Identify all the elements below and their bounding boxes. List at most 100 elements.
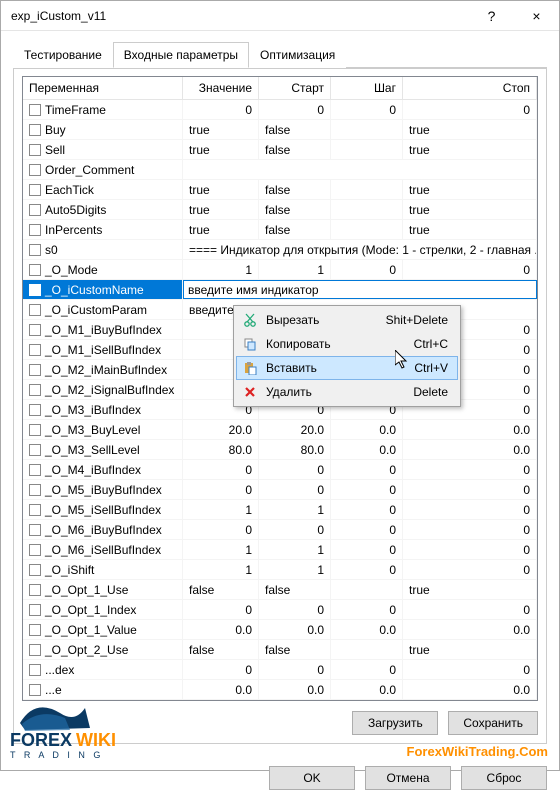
table-row[interactable]: _O_M3_BuyLevel20.020.00.00.0 — [23, 420, 537, 440]
row-start-cell[interactable]: 0 — [259, 100, 331, 119]
row-value-cell[interactable]: 80.0 — [183, 440, 259, 459]
row-start-cell[interactable]: 80.0 — [259, 440, 331, 459]
row-checkbox[interactable] — [29, 444, 41, 456]
row-value-cell[interactable]: true — [183, 180, 259, 199]
row-name-cell[interactable]: _O_M3_iBufIndex — [23, 400, 183, 419]
row-name-cell[interactable]: s0 — [23, 240, 183, 259]
row-stop-cell[interactable]: 0.0 — [403, 680, 537, 699]
row-start-cell[interactable]: false — [259, 640, 331, 659]
col-stop[interactable]: Стоп — [403, 77, 537, 99]
row-name-cell[interactable]: _O_Opt_1_Value — [23, 620, 183, 639]
row-stop-cell[interactable]: 0 — [403, 100, 537, 119]
row-start-cell[interactable]: 0 — [259, 460, 331, 479]
row-value-cell[interactable]: ==== Индикатор для открытия (Mode: 1 - с… — [183, 240, 537, 259]
tab-testing[interactable]: Тестирование — [13, 42, 113, 68]
table-row[interactable]: s0==== Индикатор для открытия (Mode: 1 -… — [23, 240, 537, 260]
table-row[interactable]: Order_Comment — [23, 160, 537, 180]
row-start-cell[interactable]: 1 — [259, 500, 331, 519]
row-checkbox[interactable] — [29, 264, 41, 276]
row-checkbox[interactable] — [29, 124, 41, 136]
row-name-cell[interactable]: _O_M6_iSellBufIndex — [23, 540, 183, 559]
row-checkbox[interactable] — [29, 404, 41, 416]
help-button[interactable]: ? — [469, 1, 514, 31]
col-value[interactable]: Значение — [183, 77, 259, 99]
row-start-cell[interactable]: 0.0 — [259, 680, 331, 699]
row-checkbox[interactable] — [29, 344, 41, 356]
row-step-cell[interactable] — [331, 580, 403, 599]
col-step[interactable]: Шаг — [331, 77, 403, 99]
row-name-cell[interactable]: InPercents — [23, 220, 183, 239]
row-name-cell[interactable]: _O_Opt_1_Use — [23, 580, 183, 599]
row-checkbox[interactable] — [29, 224, 41, 236]
row-checkbox[interactable] — [29, 364, 41, 376]
row-checkbox[interactable] — [29, 564, 41, 576]
close-button[interactable]: × — [514, 1, 559, 31]
row-name-cell[interactable]: _O_iCustomName — [23, 280, 183, 299]
table-row[interactable]: _O_iShift1100 — [23, 560, 537, 580]
row-step-cell[interactable]: 0.0 — [331, 620, 403, 639]
row-stop-cell[interactable]: 0 — [403, 480, 537, 499]
table-row[interactable]: EachTicktruefalsetrue — [23, 180, 537, 200]
row-stop-cell[interactable]: 0 — [403, 520, 537, 539]
row-start-cell[interactable]: 1 — [259, 260, 331, 279]
table-row[interactable]: _O_M3_SellLevel80.080.00.00.0 — [23, 440, 537, 460]
row-checkbox[interactable] — [29, 424, 41, 436]
row-start-cell[interactable]: false — [259, 140, 331, 159]
row-name-cell[interactable]: _O_M2_iMainBufIndex — [23, 360, 183, 379]
row-name-cell[interactable]: _O_iCustomParam — [23, 300, 183, 319]
row-start-cell[interactable]: 0 — [259, 480, 331, 499]
row-value-cell[interactable]: 1 — [183, 540, 259, 559]
row-start-cell[interactable]: false — [259, 200, 331, 219]
row-value-cell[interactable]: true — [183, 140, 259, 159]
row-step-cell[interactable] — [331, 180, 403, 199]
context-menu-item-cut[interactable]: ВырезатьShit+Delete — [236, 308, 458, 332]
row-start-cell[interactable]: false — [259, 220, 331, 239]
row-stop-cell[interactable]: 0 — [403, 600, 537, 619]
cancel-button[interactable]: Отмена — [365, 766, 451, 790]
table-row[interactable]: Selltruefalsetrue — [23, 140, 537, 160]
row-step-cell[interactable]: 0.0 — [331, 680, 403, 699]
row-checkbox[interactable] — [29, 484, 41, 496]
row-name-cell[interactable]: _O_Opt_2_Use — [23, 640, 183, 659]
row-step-cell[interactable] — [331, 120, 403, 139]
row-name-cell[interactable]: _O_M3_SellLevel — [23, 440, 183, 459]
row-step-cell[interactable]: 0 — [331, 560, 403, 579]
row-value-cell[interactable]: true — [183, 120, 259, 139]
row-name-cell[interactable]: _O_Opt_1_Index — [23, 600, 183, 619]
row-start-cell[interactable]: false — [259, 180, 331, 199]
row-step-cell[interactable] — [331, 140, 403, 159]
table-row[interactable]: _O_M4_iBufIndex0000 — [23, 460, 537, 480]
row-checkbox[interactable] — [29, 144, 41, 156]
row-name-cell[interactable]: _O_M5_iBuyBufIndex — [23, 480, 183, 499]
row-checkbox[interactable] — [29, 644, 41, 656]
row-step-cell[interactable]: 0 — [331, 480, 403, 499]
row-step-cell[interactable] — [331, 220, 403, 239]
row-stop-cell[interactable]: 0.0 — [403, 620, 537, 639]
row-value-cell[interactable]: 0 — [183, 660, 259, 679]
row-step-cell[interactable] — [331, 640, 403, 659]
row-start-cell[interactable]: false — [259, 580, 331, 599]
row-name-cell[interactable]: Auto5Digits — [23, 200, 183, 219]
row-value-cell[interactable]: 0 — [183, 100, 259, 119]
row-checkbox[interactable] — [29, 624, 41, 636]
row-stop-cell[interactable]: 0 — [403, 260, 537, 279]
row-stop-cell[interactable]: true — [403, 200, 537, 219]
table-row[interactable]: Auto5Digitstruefalsetrue — [23, 200, 537, 220]
row-start-cell[interactable]: 1 — [259, 560, 331, 579]
row-stop-cell[interactable]: true — [403, 120, 537, 139]
row-name-cell[interactable]: _O_M1_iSellBufIndex — [23, 340, 183, 359]
row-value-cell[interactable]: false — [183, 640, 259, 659]
row-name-cell[interactable]: _O_Mode — [23, 260, 183, 279]
row-name-cell[interactable]: TimeFrame — [23, 100, 183, 119]
row-value-cell[interactable]: 0 — [183, 460, 259, 479]
table-row[interactable]: _O_Mode1100 — [23, 260, 537, 280]
row-step-cell[interactable]: 0.0 — [331, 420, 403, 439]
row-checkbox[interactable] — [29, 284, 41, 296]
row-checkbox[interactable] — [29, 524, 41, 536]
tab-input-params[interactable]: Входные параметры — [113, 42, 249, 68]
row-stop-cell[interactable]: 0 — [403, 660, 537, 679]
row-checkbox[interactable] — [29, 204, 41, 216]
row-value-cell[interactable]: 0 — [183, 520, 259, 539]
row-value-cell[interactable]: 20.0 — [183, 420, 259, 439]
row-stop-cell[interactable]: true — [403, 180, 537, 199]
